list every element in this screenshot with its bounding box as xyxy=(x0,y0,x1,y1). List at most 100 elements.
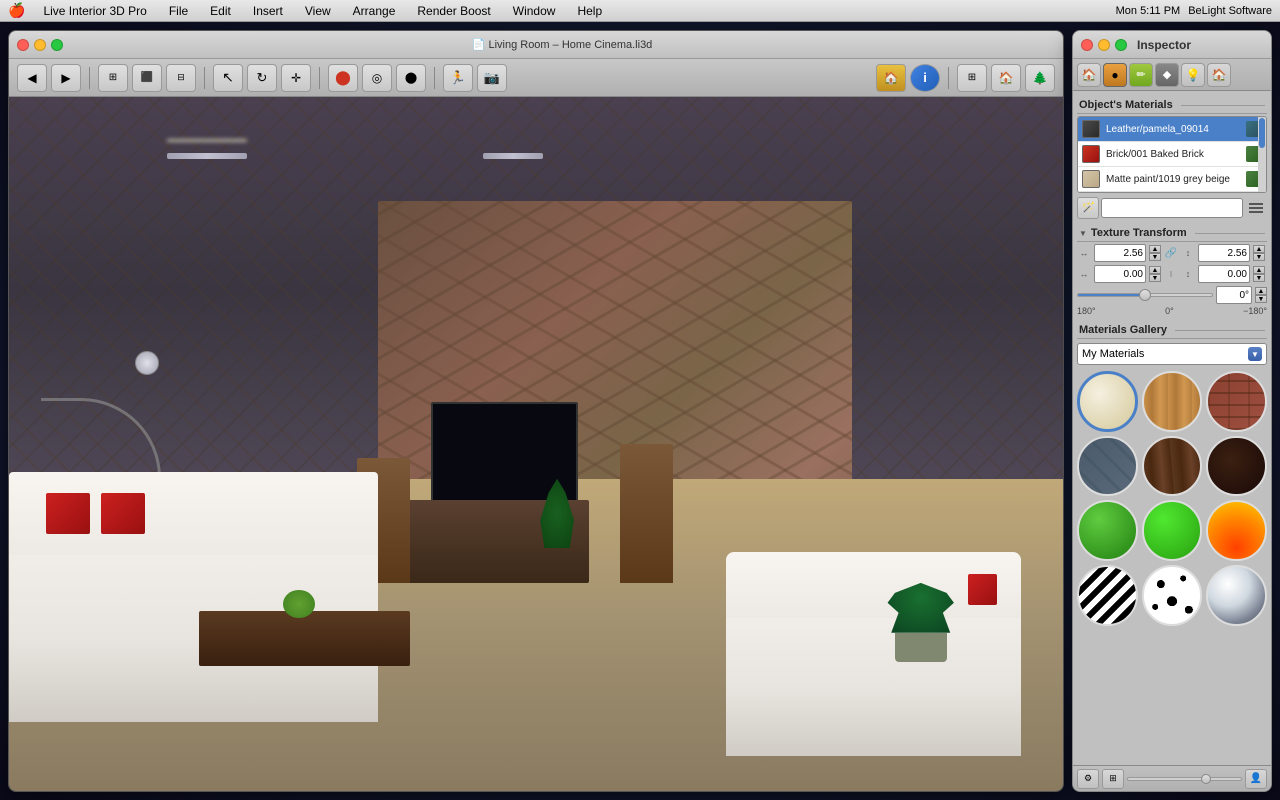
gallery-item-green-ball[interactable] xyxy=(1077,500,1138,561)
material-item-0[interactable]: Leather/pamela_09014 xyxy=(1078,117,1266,142)
viewport xyxy=(9,97,1063,791)
select-tool-button[interactable]: ↖ xyxy=(213,64,243,92)
inspector-close-button[interactable] xyxy=(1081,39,1093,51)
angle-slider[interactable] xyxy=(1077,288,1213,302)
tab-render[interactable]: ◆ xyxy=(1155,63,1179,87)
inspector-grid-button[interactable]: ⊞ xyxy=(1102,769,1124,789)
inspector-maximize-button[interactable] xyxy=(1115,39,1127,51)
offset-x-input[interactable]: 0.00 xyxy=(1094,265,1146,283)
gallery-item-spots[interactable] xyxy=(1142,565,1203,626)
tab-model[interactable]: 🏠 xyxy=(1077,63,1101,87)
toolbar: ◀ ▶ ⊞ ⬛ ⊟ ↖ ↻ ✛ ⬤ ◎ ⬤ 🏃 📷 🏠 i ⊞ 🏠 🌲 xyxy=(9,59,1063,97)
wand-input[interactable] xyxy=(1101,198,1243,218)
tree-btn[interactable]: 🌲 xyxy=(1025,64,1055,92)
scale-x-down[interactable]: ▼ xyxy=(1149,253,1161,261)
scale-y-stepper[interactable]: ▲ ▼ xyxy=(1253,245,1265,261)
info-button[interactable]: i xyxy=(910,64,940,92)
gallery-item-green-bright[interactable] xyxy=(1142,500,1203,561)
angle-value[interactable]: 0° xyxy=(1216,286,1252,304)
menu-arrange[interactable]: Arrange xyxy=(349,2,400,20)
offset-x-stepper[interactable]: ▲ ▼ xyxy=(1149,266,1161,282)
gallery-divider xyxy=(1175,330,1265,331)
main-window: 📄 Living Room – Home Cinema.li3d ◀ ▶ ⊞ ⬛… xyxy=(8,30,1064,792)
offset-x-up[interactable]: ▲ xyxy=(1149,266,1161,274)
gallery-item-fire[interactable] xyxy=(1206,500,1267,561)
close-button[interactable] xyxy=(17,39,29,51)
gallery-item-zebra[interactable] xyxy=(1077,565,1138,626)
materials-scrollbar[interactable] xyxy=(1258,117,1266,192)
inspector-settings-button[interactable]: ⚙ xyxy=(1077,769,1099,789)
view-3d-button[interactable]: ⬛ xyxy=(132,64,162,92)
move-tool-button[interactable]: ✛ xyxy=(281,64,311,92)
angle-thumb[interactable] xyxy=(1139,289,1151,301)
inspector-zoom-thumb[interactable] xyxy=(1201,774,1211,784)
menu-window[interactable]: Window xyxy=(509,2,560,20)
gallery-item-chrome[interactable] xyxy=(1206,565,1267,626)
menu-view[interactable]: View xyxy=(301,2,335,20)
sofa-right xyxy=(726,583,1021,757)
nav-back-button[interactable]: ◀ xyxy=(17,64,47,92)
scale-x-up[interactable]: ▲ xyxy=(1149,245,1161,253)
scale-x-input[interactable]: 2.56 xyxy=(1094,244,1146,262)
offset-y-stepper[interactable]: ▲ ▼ xyxy=(1253,266,1265,282)
offset-y-down[interactable]: ▼ xyxy=(1253,274,1265,282)
menu-insert[interactable]: Insert xyxy=(249,2,287,20)
house-btn[interactable]: 🏠 xyxy=(991,64,1021,92)
inspector-zoom-slider[interactable] xyxy=(1127,777,1242,781)
tab-paint[interactable]: ✏ xyxy=(1129,63,1153,87)
material-item-2[interactable]: Matte paint/1019 grey beige xyxy=(1078,167,1266,192)
fruit-bowl xyxy=(283,590,315,618)
offset-y-up[interactable]: ▲ xyxy=(1253,266,1265,274)
gallery-item-wood-brown[interactable] xyxy=(1142,436,1203,497)
scale-y-up[interactable]: ▲ xyxy=(1253,245,1265,253)
gallery-item-cream[interactable] xyxy=(1077,371,1138,432)
tab-material[interactable]: ● xyxy=(1103,63,1127,87)
menu-render-boost[interactable]: Render Boost xyxy=(413,2,494,20)
inspector-minimize-button[interactable] xyxy=(1098,39,1110,51)
wand-button[interactable]: 🪄 xyxy=(1077,197,1099,219)
menu-appname[interactable]: Live Interior 3D Pro xyxy=(39,2,150,20)
maximize-button[interactable] xyxy=(51,39,63,51)
scale-y-down[interactable]: ▼ xyxy=(1253,253,1265,261)
angle-up[interactable]: ▲ xyxy=(1255,287,1267,295)
camera-move-button[interactable]: ⬤ xyxy=(396,64,426,92)
plant-container xyxy=(884,583,958,666)
scale-x-stepper[interactable]: ▲ ▼ xyxy=(1149,245,1161,261)
record-off-button[interactable]: ⬤ xyxy=(328,64,358,92)
view-both-button[interactable]: ⊟ xyxy=(166,64,196,92)
menu-file[interactable]: File xyxy=(165,2,192,20)
walk-tool-button[interactable]: 🏃 xyxy=(443,64,473,92)
gallery-dropdown[interactable]: My Materials ▼ xyxy=(1077,343,1267,365)
page-view-button[interactable]: ⊞ xyxy=(957,64,987,92)
apple-menu[interactable]: 🍎 xyxy=(8,2,25,19)
angle-down[interactable]: ▼ xyxy=(1255,295,1267,303)
gallery-section-label: Materials Gallery xyxy=(1079,324,1167,336)
texture-transform-header: ▼ Texture Transform xyxy=(1077,223,1267,242)
offset-y-input[interactable]: 0.00 xyxy=(1198,265,1250,283)
offset-x-down[interactable]: ▼ xyxy=(1149,274,1161,282)
gallery-item-wood-light[interactable] xyxy=(1142,371,1203,432)
scale-y-input[interactable]: 2.56 xyxy=(1198,244,1250,262)
link-icon[interactable]: 🔗 xyxy=(1164,246,1178,260)
snapshot-button[interactable]: 📷 xyxy=(477,64,507,92)
menu-help[interactable]: Help xyxy=(573,2,606,20)
view-2d-button[interactable]: ⊞ xyxy=(98,64,128,92)
minimize-button[interactable] xyxy=(34,39,46,51)
camera-target-button[interactable]: ◎ xyxy=(362,64,392,92)
gallery-item-dark-brown[interactable] xyxy=(1206,436,1267,497)
gallery-item-brick[interactable] xyxy=(1206,371,1267,432)
list-options-button[interactable] xyxy=(1245,198,1267,218)
tab-view[interactable]: 🏠 xyxy=(1207,63,1231,87)
scale-x-icon: ↔ xyxy=(1077,246,1091,260)
gallery-dropdown-value: My Materials xyxy=(1082,348,1144,360)
material-item-1[interactable]: Brick/001 Baked Brick xyxy=(1078,142,1266,167)
nav-forward-button[interactable]: ▶ xyxy=(51,64,81,92)
tab-light[interactable]: 💡 xyxy=(1181,63,1205,87)
menu-edit[interactable]: Edit xyxy=(206,2,235,20)
object-button[interactable]: 🏠 xyxy=(876,64,906,92)
inspector-person-button[interactable]: 👤 xyxy=(1245,769,1267,789)
scale-x-row: ↔ 2.56 ▲ ▼ 🔗 ↕ 2.56 ▲ ▼ xyxy=(1077,244,1267,262)
angle-stepper[interactable]: ▲ ▼ xyxy=(1255,287,1267,303)
gallery-item-stone-dark[interactable] xyxy=(1077,436,1138,497)
rotate-tool-button[interactable]: ↻ xyxy=(247,64,277,92)
